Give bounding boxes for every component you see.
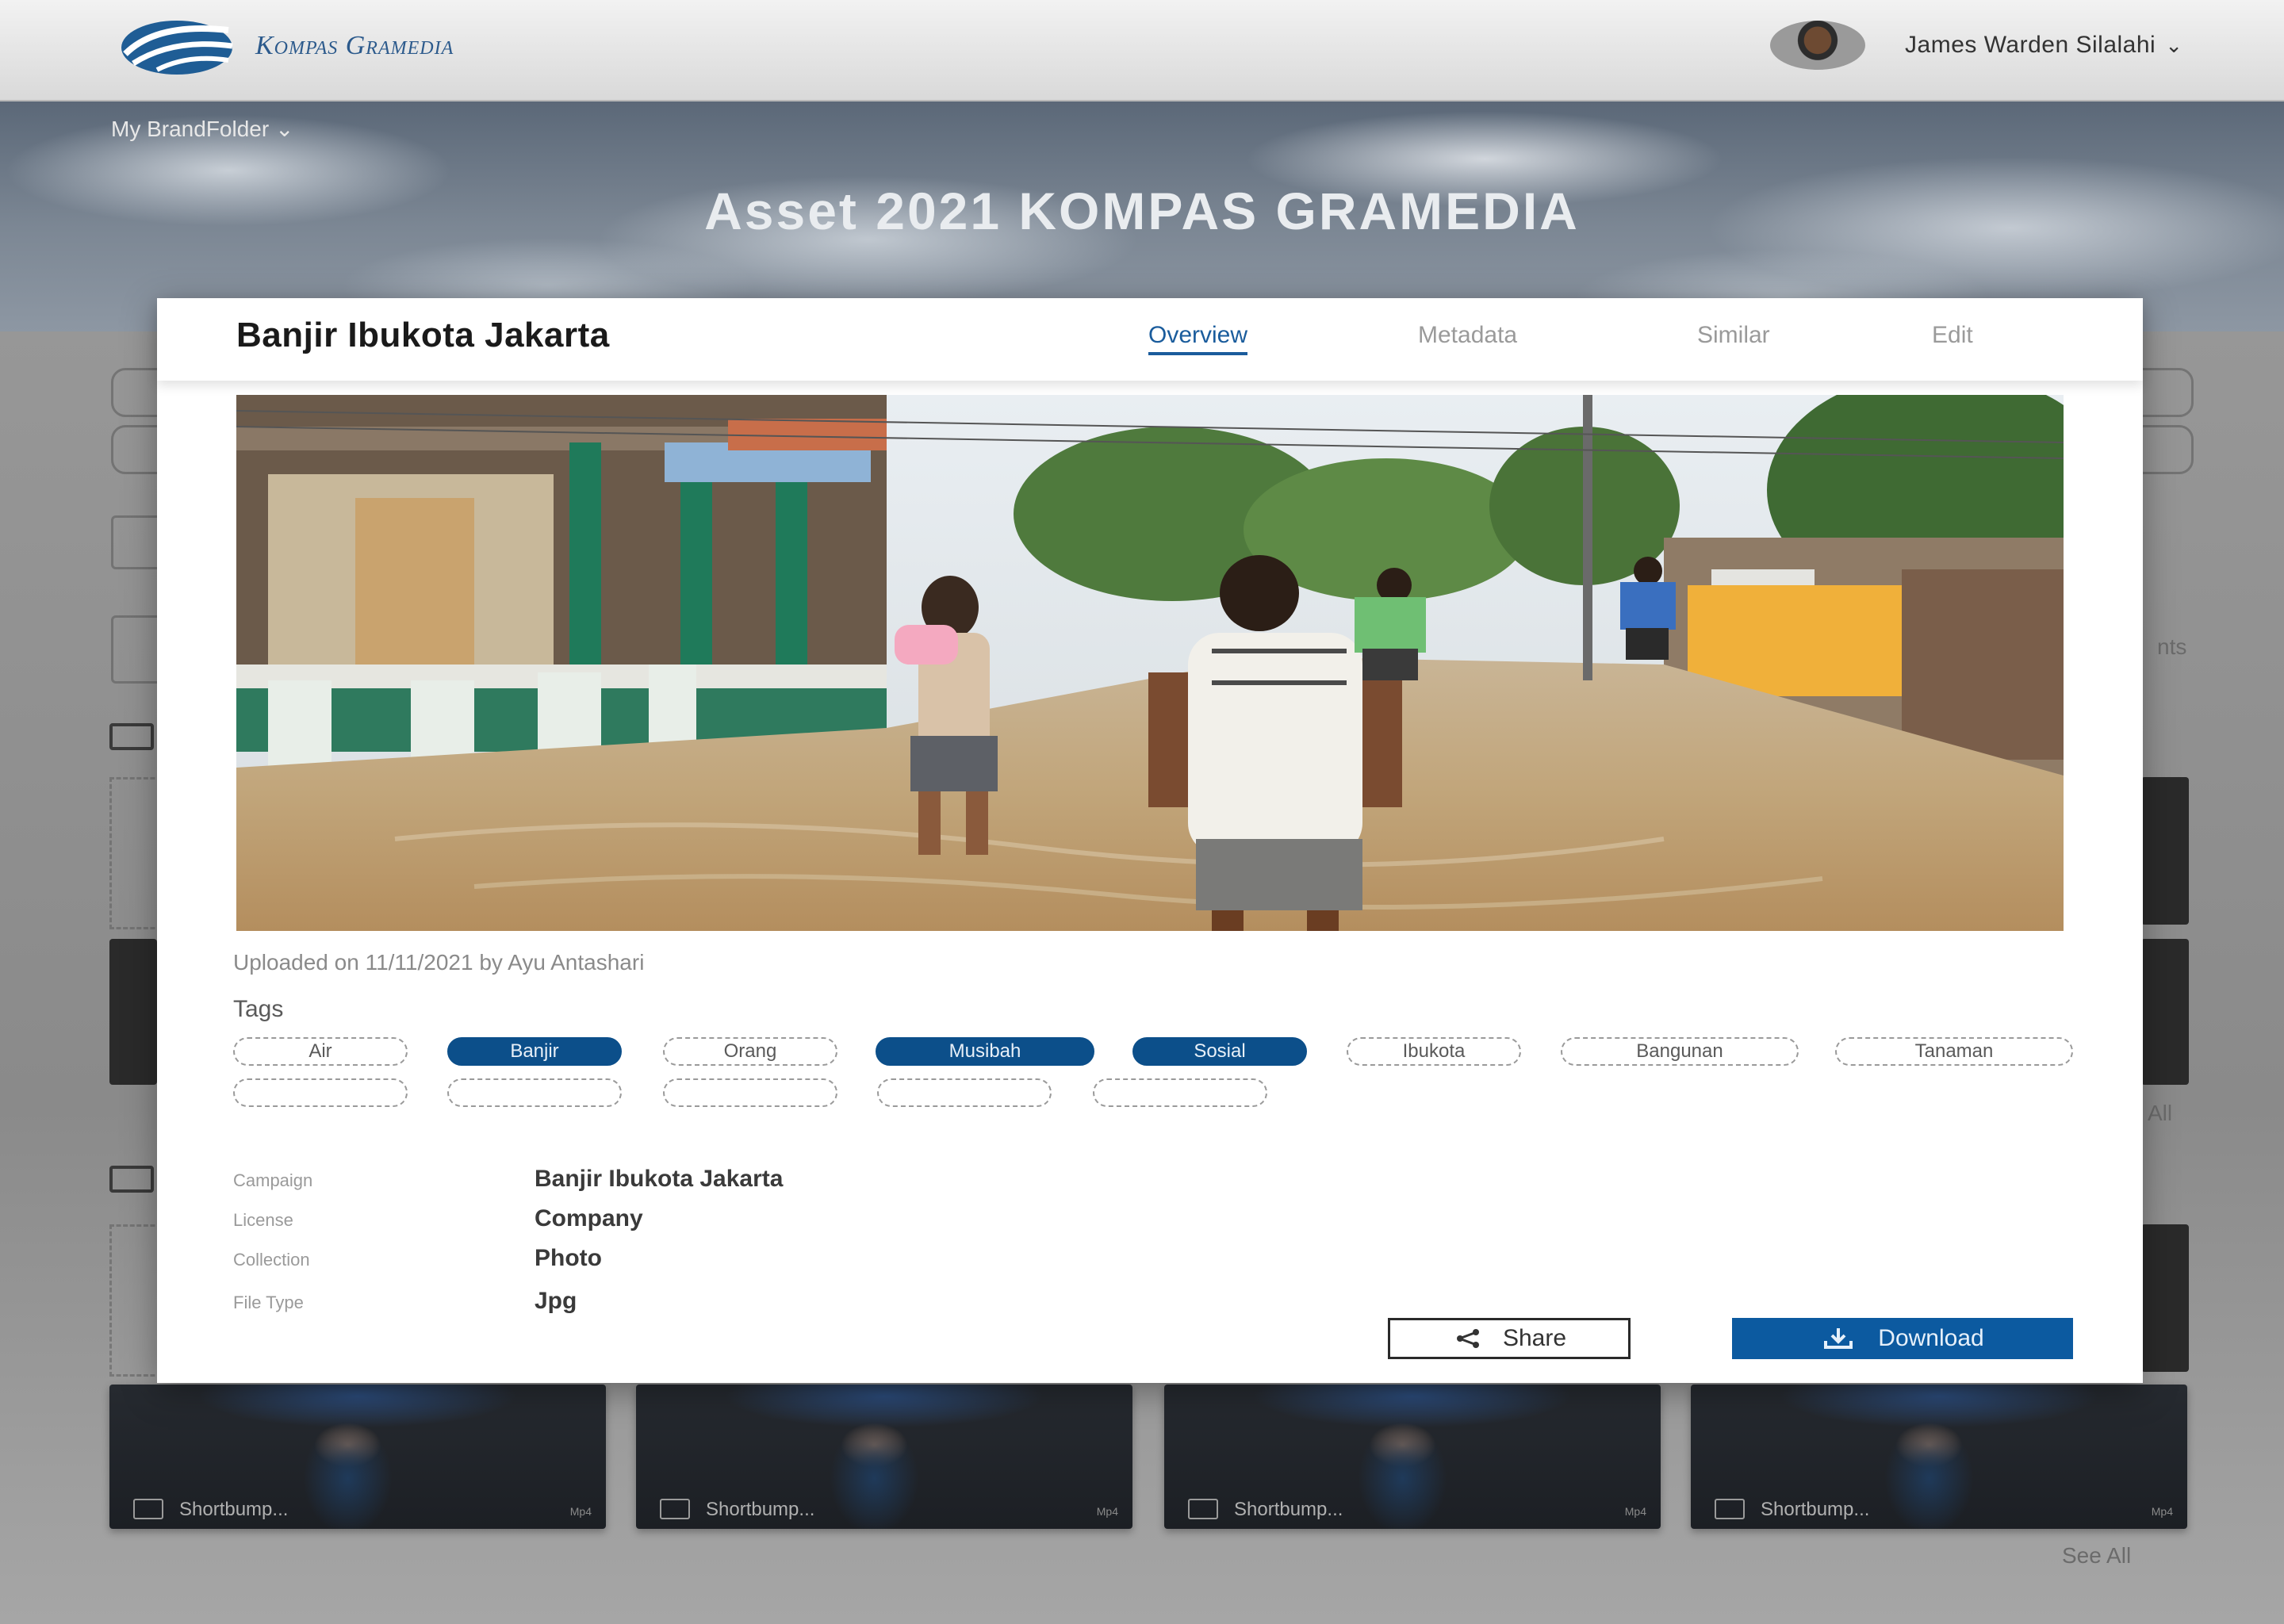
file-type-value: Jpg: [535, 1288, 577, 1314]
tag-chip[interactable]: Air: [233, 1037, 408, 1066]
bg-checkbox-2: [109, 1166, 154, 1193]
tile-checkbox[interactable]: [133, 1499, 163, 1519]
bg-side-tile-right-1: [2141, 777, 2189, 925]
video-tile[interactable]: Shortbump... Mp4: [109, 1385, 606, 1529]
tag-chip[interactable]: Orang: [663, 1037, 837, 1066]
tile-label: Shortbump...: [1234, 1499, 1343, 1520]
tag-chip-empty[interactable]: [663, 1078, 837, 1107]
see-all-link[interactable]: See All: [2062, 1543, 2131, 1568]
tag-chip-selected[interactable]: Musibah: [876, 1037, 1094, 1066]
bg-side-tile-right-2: [2141, 939, 2189, 1085]
tag-chip[interactable]: Bangunan: [1561, 1037, 1799, 1066]
user-avatar[interactable]: [1770, 21, 1866, 70]
tag-chip[interactable]: Tanaman: [1835, 1037, 2073, 1066]
campaign-label: Campaign: [233, 1170, 313, 1190]
modal-header: Banjir Ibukota Jakarta Overview Metadata…: [157, 298, 2143, 381]
hero-banner: My BrandFolder ⌄ Asset 2021 KOMPAS GRAME…: [0, 102, 2284, 331]
tags-heading: Tags: [233, 996, 284, 1022]
tab-similar[interactable]: Similar: [1697, 322, 1770, 349]
tile-checkbox[interactable]: [660, 1499, 690, 1519]
bg-checkbox-1: [109, 723, 154, 750]
tag-chip-empty[interactable]: [233, 1078, 408, 1107]
tile-extension: Mp4: [1096, 1505, 1118, 1518]
bg-see-all-partial[interactable]: All: [2148, 1101, 2172, 1126]
tile-label: Shortbump...: [1761, 1499, 1870, 1520]
upload-info: Uploaded on 11/11/2021 by Ayu Antashari: [233, 950, 645, 975]
tile-extension: Mp4: [569, 1505, 592, 1518]
bg-dropzone-2: [109, 1224, 162, 1377]
collection-label: Collection: [233, 1250, 310, 1270]
kompas-gramedia-logo[interactable]: Kompas Gramedia: [109, 14, 454, 78]
tag-chip[interactable]: Ibukota: [1347, 1037, 1521, 1066]
tag-chip-selected[interactable]: Banjir: [447, 1037, 622, 1066]
asset-title: Banjir Ibukota Jakarta: [236, 316, 610, 354]
download-label: Download: [1878, 1325, 1984, 1351]
tab-edit[interactable]: Edit: [1932, 322, 1973, 349]
tile-label: Shortbump...: [706, 1499, 815, 1520]
page-title: Asset 2021 KOMPAS GRAMEDIA: [704, 182, 1580, 240]
video-tile[interactable]: Shortbump... Mp4: [1164, 1385, 1661, 1529]
download-button[interactable]: Download: [1732, 1318, 2073, 1359]
file-type-label: File Type: [233, 1293, 304, 1312]
flood-photo: [236, 395, 2064, 931]
share-icon: [1452, 1327, 1484, 1350]
video-tile[interactable]: Shortbump... Mp4: [636, 1385, 1132, 1529]
brandfolder-breadcrumb[interactable]: My BrandFolder ⌄: [111, 116, 293, 142]
tile-checkbox[interactable]: [1715, 1499, 1745, 1519]
bg-partial-text: nts: [2157, 634, 2187, 659]
user-menu[interactable]: James Warden Silalahi ⌄: [1770, 21, 2182, 70]
tile-extension: Mp4: [1624, 1505, 1646, 1518]
bg-side-tile-left: [109, 939, 157, 1085]
tile-extension: Mp4: [2151, 1505, 2173, 1518]
bg-side-tile-right-3: [2141, 1224, 2189, 1372]
logo-text: Kompas Gramedia: [255, 31, 454, 60]
bg-dropzone-1: [109, 777, 162, 929]
top-navigation-bar: Kompas Gramedia James Warden Silalahi ⌄: [0, 0, 2284, 102]
tag-chip-empty[interactable]: [1093, 1078, 1267, 1107]
download-icon: [1821, 1327, 1856, 1350]
asset-detail-modal: Banjir Ibukota Jakarta Overview Metadata…: [157, 298, 2143, 1383]
license-label: License: [233, 1210, 293, 1230]
tag-chip-empty[interactable]: [877, 1078, 1052, 1107]
user-name[interactable]: James Warden Silalahi: [1905, 32, 2156, 59]
tag-chip-empty[interactable]: [447, 1078, 622, 1107]
share-label: Share: [1502, 1325, 1567, 1351]
license-value: Company: [535, 1205, 643, 1231]
logo-mark-icon: [121, 21, 233, 75]
tile-checkbox[interactable]: [1188, 1499, 1218, 1519]
asset-preview-image[interactable]: [236, 395, 2064, 931]
chevron-down-icon[interactable]: ⌄: [2165, 33, 2182, 58]
share-button[interactable]: Share: [1388, 1318, 1631, 1359]
tab-overview[interactable]: Overview: [1148, 322, 1248, 355]
tab-metadata[interactable]: Metadata: [1418, 322, 1517, 349]
video-tile[interactable]: Shortbump... Mp4: [1691, 1385, 2187, 1529]
tag-chip-selected[interactable]: Sosial: [1132, 1037, 1307, 1066]
collection-value: Photo: [535, 1245, 602, 1271]
campaign-value: Banjir Ibukota Jakarta: [535, 1166, 784, 1192]
tile-label: Shortbump...: [179, 1499, 289, 1520]
